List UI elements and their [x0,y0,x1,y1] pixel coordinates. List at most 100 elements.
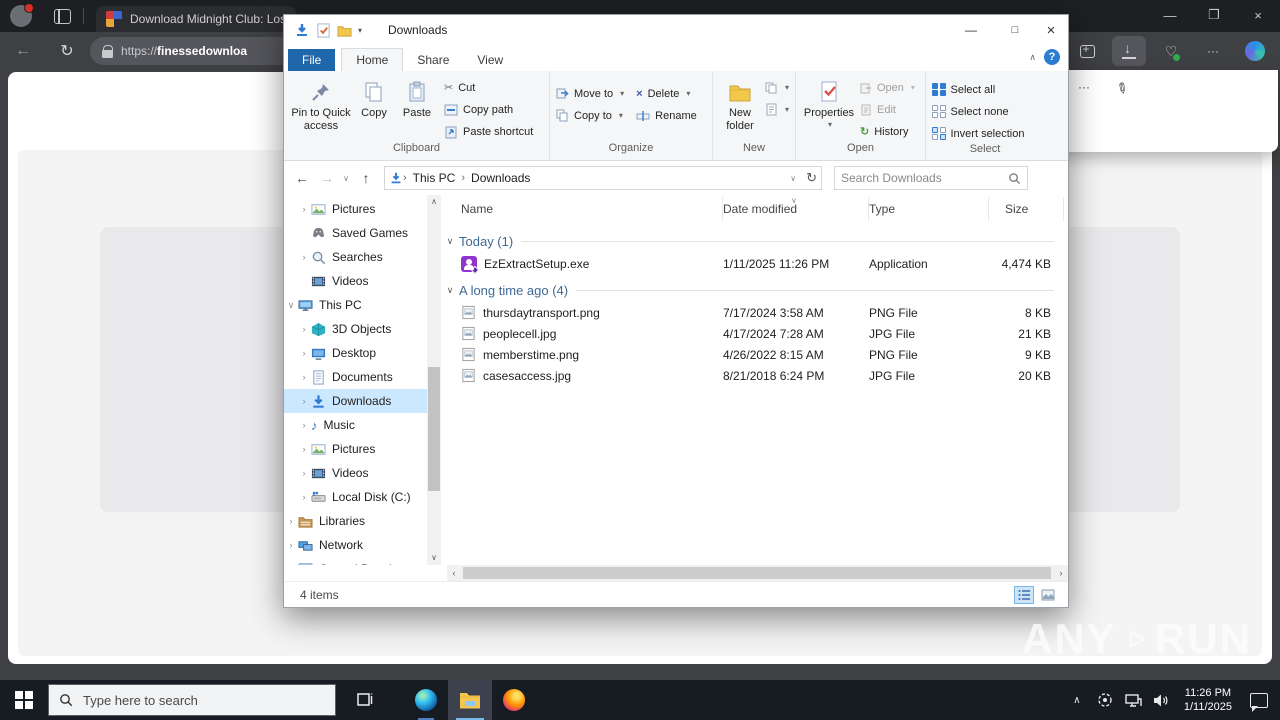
up-icon[interactable]: ↑ [354,170,378,186]
scroll-left-icon[interactable]: ‹ [447,568,461,578]
group-collapse-icon[interactable]: ∨ [441,285,459,296]
qat-new-folder-icon[interactable] [337,23,352,38]
flyout-more-icon[interactable]: ··· [1078,80,1090,94]
sidebar-item-music[interactable]: › ♪ Music [284,413,427,437]
horizontal-scrollbar[interactable]: ‹ › [447,565,1068,581]
action-center-icon[interactable] [1244,680,1274,720]
select-none-button[interactable]: Select none [932,102,1024,121]
column-header-name[interactable]: Name [441,197,723,221]
copilot-icon[interactable] [1238,36,1272,66]
address-box[interactable]: › This PC › Downloads ∨ ↻ [384,166,822,190]
copy-path-button[interactable]: Copy path [444,100,533,119]
forward-icon[interactable]: → [316,170,338,186]
sidebar-item-control-panel[interactable]: ∨Control Panel [284,557,427,565]
easy-access-item-button[interactable]: ▾ [765,78,789,97]
group-header-today[interactable]: ∨ Today (1) [441,229,1068,253]
browser-back-icon[interactable]: ← [8,42,38,60]
refresh-icon[interactable]: ↻ [806,170,817,186]
file-row[interactable]: EzExtractSetup.exe 1/11/2025 11:26 PM Ap… [441,253,1068,274]
edit-button[interactable]: Edit [860,100,915,119]
file-row[interactable]: casesaccess.jpg 8/21/2018 6:24 PM JPG Fi… [441,365,1068,386]
paste-button[interactable]: Paste [396,75,438,120]
browser-restore-button[interactable]: ❐ [1192,0,1236,30]
browser-profile-avatar[interactable] [10,3,34,27]
explorer-minimize-button[interactable]: — [956,19,986,41]
paste-shortcut-button[interactable]: Paste shortcut [444,122,533,141]
properties-button[interactable]: Properties ▾ [802,75,856,129]
new-tab-icon[interactable] [1070,36,1104,66]
select-all-button[interactable]: Select all [932,80,1024,99]
open-button[interactable]: Open ▾ [860,78,915,97]
sidebar-item-downloads[interactable]: › Downloads [284,389,427,413]
qat-customize-icon[interactable]: ▾ [358,26,362,35]
cut-button[interactable]: ✂ Cut [444,78,533,97]
tree-scrollbar-thumb[interactable] [428,367,440,491]
new-folder-button[interactable]: New folder [719,75,761,132]
sidebar-item-this-pc[interactable]: ∨ This PC [284,293,427,317]
sidebar-item-libraries[interactable]: › Libraries [284,509,427,533]
sidebar-item-pictures[interactable]: › Pictures [284,197,427,221]
file-row[interactable]: thursdaytransport.png 7/17/2024 3:58 AM … [441,302,1068,323]
pin-to-quick-access-button[interactable]: Pin to Quick access [290,75,352,132]
scroll-right-icon[interactable]: › [1054,568,1068,578]
taskbar-firefox-button[interactable] [492,680,536,720]
back-icon[interactable]: ← [288,170,316,186]
taskbar-edge-button[interactable] [404,680,448,720]
copy-to-button[interactable]: Copy to ▾ [556,106,624,125]
taskbar-file-explorer-button[interactable] [448,680,492,720]
browser-close-button[interactable]: × [1236,0,1280,30]
task-view-button[interactable] [342,680,386,720]
invert-selection-button[interactable]: Invert selection [932,124,1024,143]
sidebar-item-documents[interactable]: › Documents [284,365,427,389]
start-button[interactable] [0,680,48,720]
help-icon[interactable]: ? [1044,49,1060,65]
move-to-button[interactable]: Move to ▾ [556,84,624,103]
details-view-button[interactable] [1014,586,1034,604]
browser-minimize-button[interactable]: — [1148,0,1192,30]
explorer-close-button[interactable]: × [1036,19,1066,41]
copy-button[interactable]: Copy [354,75,394,120]
browser-tab[interactable]: Download Midnight Club: Los A [96,6,296,32]
tray-app-icon[interactable] [1094,680,1116,720]
taskbar-search-input[interactable] [83,692,325,708]
file-row[interactable]: memberstime.png 4/26/2022 8:15 AM PNG Fi… [441,344,1068,365]
flyout-pin-icon[interactable]: ✎ [1112,78,1132,99]
browser-menu-icon[interactable]: ··· [1196,36,1230,66]
network-icon[interactable] [1122,680,1144,720]
taskbar-search[interactable] [48,684,336,716]
address-dropdown-icon[interactable]: ∨ [790,174,796,183]
sidebar-item-3d-objects[interactable]: › 3D Objects [284,317,427,341]
sidebar-item-videos-2[interactable]: › Videos [284,461,427,485]
easy-access-button[interactable]: ▾ [765,100,789,119]
tab-share[interactable]: Share [403,49,463,71]
scroll-down-icon[interactable]: ∨ [427,551,441,565]
sidebar-item-network[interactable]: › Network [284,533,427,557]
tab-home[interactable]: Home [341,48,404,71]
sidebar-item-desktop[interactable]: › Desktop [284,341,427,365]
search-box[interactable] [834,166,1028,190]
taskbar-clock[interactable]: 11:26 PM 1/11/2025 [1178,686,1238,715]
tab-view[interactable]: View [463,49,517,71]
column-header-size[interactable]: Size [989,197,1064,221]
history-button[interactable]: ↻ History [860,122,915,141]
scroll-up-icon[interactable]: ∧ [427,195,441,209]
explorer-maximize-button[interactable]: □ [1000,19,1030,41]
column-header-type[interactable]: Type [869,197,989,221]
file-row[interactable]: peoplecell.jpg 4/17/2024 7:28 AM JPG Fil… [441,323,1068,344]
tab-file[interactable]: File [288,49,336,71]
horizontal-scrollbar-thumb[interactable] [463,567,1051,579]
sidebar-item-local-disk-c[interactable]: › Local Disk (C:) [284,485,427,509]
sidebar-item-saved-games[interactable]: Saved Games [284,221,427,245]
tray-show-hidden-icon[interactable]: ∧ [1066,680,1088,720]
breadcrumb-this-pc[interactable]: This PC [407,171,462,185]
group-header-a-long-time-ago[interactable]: ∨ A long time ago (4) [441,278,1068,302]
sidebar-item-videos[interactable]: Videos [284,269,427,293]
search-input[interactable] [841,171,1008,185]
recent-locations-icon[interactable]: ∨ [338,174,354,183]
qat-properties-icon[interactable] [316,22,331,38]
browser-essentials-icon[interactable]: ♡ [1154,36,1188,66]
explorer-titlebar[interactable]: ▾ Downloads — □ × [284,15,1068,45]
thumbnail-view-button[interactable] [1038,586,1058,604]
ribbon-collapse-icon[interactable]: ∧ [1029,52,1036,63]
volume-icon[interactable] [1150,680,1172,720]
